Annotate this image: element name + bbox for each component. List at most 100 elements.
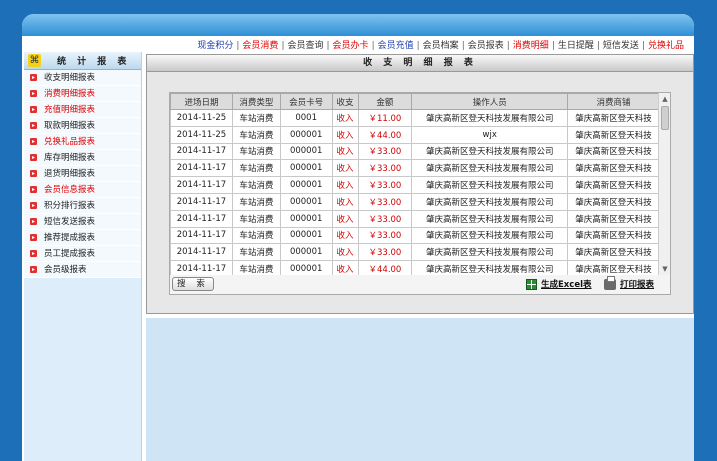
bullet-icon: ▸ xyxy=(30,186,37,193)
scroll-up-arrow-icon[interactable]: ▲ xyxy=(660,94,670,104)
table-cell: ￥33.00 xyxy=(357,243,413,262)
table-cell: 肇庆高新区登天科技发展有限公司 xyxy=(411,192,569,211)
vertical-scrollbar[interactable]: ▲ ▼ xyxy=(658,93,670,275)
sidebar-item-label[interactable]: 退货明细报表 xyxy=(44,166,95,182)
sidebar-item[interactable]: ▸ 积分排行报表 xyxy=(24,198,141,214)
table-cell: 收入 xyxy=(331,176,359,194)
table-cell: ￥33.00 xyxy=(357,192,413,211)
table-row[interactable]: 2014-11-17 车站消费 000001 收入 ￥44.00 肇庆高新区登天科技发展有… xyxy=(170,260,660,275)
table-cell: 肇庆高新区登天科技发展有限公司 xyxy=(411,176,569,194)
table-cell: 车站消费 xyxy=(231,159,281,178)
sidebar-item-label[interactable]: 会员信息报表 xyxy=(44,182,95,198)
column-header[interactable]: 进场日期 xyxy=(170,93,233,110)
bullet-icon: ▸ xyxy=(30,138,37,145)
sidebar-item[interactable]: ▸ 会员信息报表 xyxy=(24,182,141,198)
column-header[interactable]: 消费商铺 xyxy=(567,93,660,110)
sidebar-item-label[interactable]: 库存明细报表 xyxy=(44,150,95,166)
table-cell: ￥33.00 xyxy=(357,176,413,194)
sidebar-item[interactable]: ▸ 库存明细报表 xyxy=(24,150,141,166)
table-cell: 000001 xyxy=(279,243,333,262)
table-cell: 肇庆高新区登天科技发展有限公司 xyxy=(411,226,569,245)
sidebar-item[interactable]: ▸ 员工提成报表 xyxy=(24,246,141,262)
nav-link[interactable]: 短信发送 xyxy=(603,41,639,51)
bullet-icon: ▸ xyxy=(30,234,37,241)
sidebar-item-label[interactable]: 兑换礼品报表 xyxy=(44,134,95,150)
table-cell: 车站消费 xyxy=(231,125,281,144)
nav-link[interactable]: 会员查询 xyxy=(287,41,323,51)
column-header[interactable]: 收支 xyxy=(331,93,359,110)
table-cell: 肇庆高新区登天科技发展有限公司 xyxy=(411,109,569,127)
table-cell: 肇庆高新区登天科技 xyxy=(567,159,660,178)
table-cell: 车站消费 xyxy=(231,176,281,194)
sidebar-item-label[interactable]: 取款明细报表 xyxy=(44,118,95,134)
print-report-label[interactable]: 打印报表 xyxy=(620,278,654,290)
nav-link[interactable]: 会员充值 xyxy=(378,41,414,51)
sidebar-item-label[interactable]: 积分排行报表 xyxy=(44,198,95,214)
nav-separator: | xyxy=(326,41,330,51)
sidebar-item[interactable]: ▸ 退货明细报表 xyxy=(24,166,141,182)
bullet-icon: ▸ xyxy=(30,122,37,129)
table-row[interactable]: 2014-11-17 车站消费 000001 收入 ￥33.00 肇庆高新区登天科技发展有… xyxy=(170,142,660,161)
nav-link[interactable]: 会员办卡 xyxy=(333,41,369,51)
column-header[interactable]: 操作人员 xyxy=(411,93,569,110)
table-row[interactable]: 2014-11-17 车站消费 000001 收入 ￥33.00 肇庆高新区登天科技发展有… xyxy=(170,176,660,194)
table-cell: 2014-11-17 xyxy=(170,192,233,211)
nav-link[interactable]: 会员档案 xyxy=(423,41,459,51)
table-cell: 肇庆高新区登天科技发展有限公司 xyxy=(411,243,569,262)
table-row[interactable]: 2014-11-17 车站消费 000001 收入 ￥33.00 肇庆高新区登天科技发展有… xyxy=(170,192,660,211)
table-cell: 肇庆高新区登天科技 xyxy=(567,192,660,211)
table-cell: wjx xyxy=(411,125,569,144)
spreadsheet-icon xyxy=(526,278,537,290)
nav-link[interactable]: 会员报表 xyxy=(468,41,504,51)
report-grid[interactable]: 进场日期 消费类型 会员卡号 收支 金额 操作人员 消费商铺 2014-11-25 车站消费 0… xyxy=(170,93,660,275)
bullet-icon: ▸ xyxy=(30,202,37,209)
scroll-down-arrow-icon[interactable]: ▼ xyxy=(660,264,670,274)
nav-link[interactable]: 兑换礼品 xyxy=(648,41,684,51)
sidebar-item-label[interactable]: 员工提成报表 xyxy=(44,246,95,262)
table-body: 2014-11-25 车站消费 0001 收入 ￥11.00 肇庆高新区登天科技发展有限公… xyxy=(170,109,660,275)
sidebar-item-label[interactable]: 充值明细报表 xyxy=(44,102,95,118)
sidebar-item-label[interactable]: 消费明细报表 xyxy=(44,86,95,102)
nav-link[interactable]: 消费明细 xyxy=(513,41,549,51)
table-row[interactable]: 2014-11-17 车站消费 000001 收入 ￥33.00 肇庆高新区登天科技发展有… xyxy=(170,243,660,262)
export-excel-link[interactable]: 生成Excel表 xyxy=(526,278,592,290)
bullet-icon: ▸ xyxy=(30,74,37,81)
table-cell: 车站消费 xyxy=(231,209,281,228)
print-report-link[interactable]: 打印报表 xyxy=(604,275,654,290)
command-icon: ⌘ xyxy=(28,54,41,67)
table-cell: ￥11.00 xyxy=(357,109,413,127)
export-excel-label[interactable]: 生成Excel表 xyxy=(541,278,592,290)
table-row[interactable]: 2014-11-17 车站消费 000001 收入 ￥33.00 肇庆高新区登天科技发展有… xyxy=(170,226,660,245)
scroll-thumb[interactable] xyxy=(661,106,669,130)
nav-separator: | xyxy=(371,41,375,51)
table-cell: 2014-11-17 xyxy=(170,142,233,161)
nav-link[interactable]: 生日提醒 xyxy=(558,41,594,51)
sidebar-item[interactable]: ▸ 兑换礼品报表 xyxy=(24,134,141,150)
sidebar-item[interactable]: ▸ 短信发送报表 xyxy=(24,214,141,230)
sidebar-item[interactable]: ▸ 会员级报表 xyxy=(24,262,141,278)
nav-link[interactable]: 会员消费 xyxy=(242,41,278,51)
sidebar-item-label[interactable]: 会员级报表 xyxy=(44,262,87,278)
table-cell: 2014-11-17 xyxy=(170,260,233,275)
sidebar-item[interactable]: ▸ 消费明细报表 xyxy=(24,86,141,102)
column-header[interactable]: 会员卡号 xyxy=(279,93,333,110)
sidebar-item[interactable]: ▸ 取款明细报表 xyxy=(24,118,141,134)
sidebar: ⌘ 统 计 报 表 ▸ 收支明细报表 ▸ 消费明细报表 ▸ 充值明细报表 ▸ 取款明细报表 ▸ 兑… xyxy=(24,52,142,461)
table-row[interactable]: 2014-11-17 车站消费 000001 收入 ￥33.00 肇庆高新区登天科技发展有… xyxy=(170,209,660,228)
report-table: 进场日期 消费类型 会员卡号 收支 金额 操作人员 消费商铺 2014-11-25 车站消费 0… xyxy=(170,93,660,275)
table-row[interactable]: 2014-11-25 车站消费 000001 收入 ￥44.00 wjx 肇庆高新区登天科技 xyxy=(170,125,660,144)
sidebar-item-label[interactable]: 推荐提成报表 xyxy=(44,230,95,246)
search-button[interactable]: 搜 索 xyxy=(172,277,214,291)
sidebar-item[interactable]: ▸ 推荐提成报表 xyxy=(24,230,141,246)
nav-link[interactable]: 现金积分 xyxy=(197,41,233,51)
column-header[interactable]: 消费类型 xyxy=(231,93,281,110)
sidebar-item[interactable]: ▸ 收支明细报表 xyxy=(24,70,141,86)
table-row[interactable]: 2014-11-25 车站消费 0001 收入 ￥11.00 肇庆高新区登天科技发展有限公… xyxy=(170,109,660,127)
sidebar-item-label[interactable]: 短信发送报表 xyxy=(44,214,95,230)
table-cell: 车站消费 xyxy=(231,192,281,211)
sidebar-item[interactable]: ▸ 充值明细报表 xyxy=(24,102,141,118)
table-row[interactable]: 2014-11-17 车站消费 000001 收入 ￥33.00 肇庆高新区登天科技发展有… xyxy=(170,159,660,178)
table-cell: 肇庆高新区登天科技 xyxy=(567,125,660,144)
column-header[interactable]: 金额 xyxy=(357,93,413,110)
sidebar-item-label[interactable]: 收支明细报表 xyxy=(44,70,95,86)
